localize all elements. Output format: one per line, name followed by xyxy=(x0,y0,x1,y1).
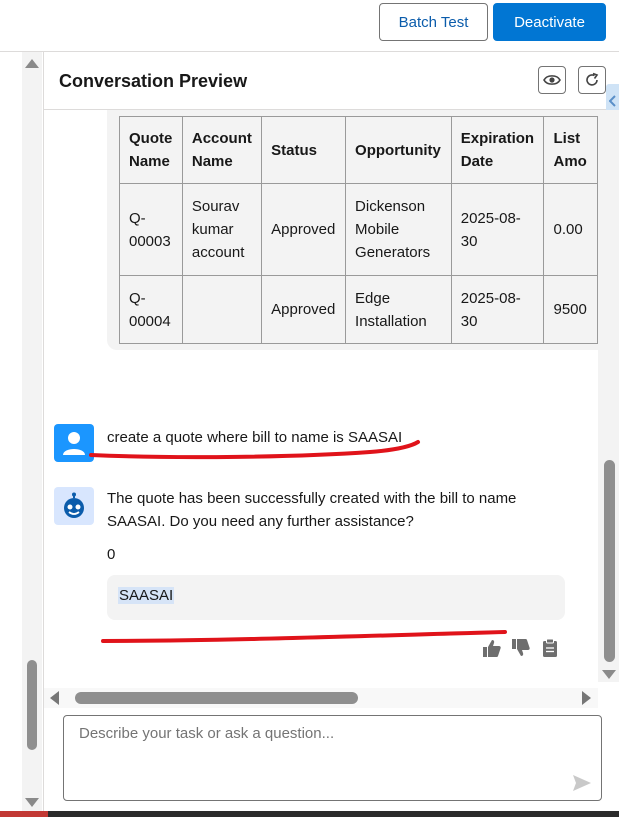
thumbs-down-icon[interactable] xyxy=(511,638,531,658)
preview-toggle-button[interactable] xyxy=(538,66,566,94)
refresh-icon xyxy=(586,72,599,86)
panel-header: Conversation Preview xyxy=(44,52,619,118)
table-row: Q-00003 Sourav kumar account Approved Di… xyxy=(119,183,598,276)
column-header: Expiration Date xyxy=(450,116,545,184)
bot-avatar xyxy=(54,487,94,525)
column-header: Status xyxy=(261,116,347,184)
scroll-right-arrow-icon[interactable] xyxy=(582,691,591,705)
chat-viewport[interactable]: Quote Name Account Name Status Opportuni… xyxy=(44,110,598,682)
bot-value: 0 xyxy=(107,546,116,563)
collapse-tab-icon xyxy=(609,95,616,107)
bot-message-line-1: The quote has been successfully created … xyxy=(107,490,517,507)
table-cell: Sourav kumar account xyxy=(181,183,263,276)
clipboard-icon[interactable] xyxy=(540,638,560,658)
outer-scrollbar-thumb[interactable] xyxy=(27,660,37,750)
batch-test-button[interactable]: Batch Test xyxy=(379,3,488,41)
outer-vertical-scrollbar[interactable] xyxy=(22,52,42,817)
column-header: Quote Name xyxy=(119,116,183,184)
table-cell: 0.00 xyxy=(543,183,598,276)
table-cell: Q-00004 xyxy=(119,275,183,344)
bot-response-chip: SAASAI xyxy=(107,575,565,620)
bot-message-line-2: SAASAI. Do you need any further assistan… xyxy=(107,513,414,530)
table-row: Q-00004 Approved Edge Installation 2025-… xyxy=(119,275,598,344)
column-header: List Amo xyxy=(543,116,598,184)
table-cell: Edge Installation xyxy=(345,275,452,344)
column-header: Account Name xyxy=(181,116,263,184)
horizontal-scrollbar-thumb[interactable] xyxy=(75,692,358,704)
horizontal-scrollbar[interactable] xyxy=(44,688,598,708)
table-cell: 2025-08-30 xyxy=(450,275,545,344)
thumbs-up-icon[interactable] xyxy=(482,638,502,658)
chat-scroll-down-icon[interactable] xyxy=(602,670,616,679)
scroll-up-arrow-icon[interactable] xyxy=(25,59,39,68)
column-header: Opportunity xyxy=(345,116,452,184)
scroll-down-arrow-icon[interactable] xyxy=(25,798,39,807)
message-composer[interactable]: Describe your task or ask a question... xyxy=(63,715,602,801)
user-icon xyxy=(63,432,85,455)
bottom-strip xyxy=(0,811,619,817)
table-cell: 2025-08-30 xyxy=(450,183,545,276)
conversation-preview-panel: Conversation Preview Quote Name Account … xyxy=(43,52,619,817)
refresh-button[interactable] xyxy=(578,66,606,94)
bot-icon xyxy=(64,492,84,518)
composer-placeholder: Describe your task or ask a question... xyxy=(79,725,335,742)
table-cell: Dickenson Mobile Generators xyxy=(345,183,452,276)
top-toolbar: Batch Test Deactivate xyxy=(0,0,619,52)
table-cell: Approved xyxy=(261,275,347,344)
user-avatar xyxy=(54,424,94,462)
deactivate-button[interactable]: Deactivate xyxy=(493,3,606,41)
bottom-strip-accent xyxy=(0,811,48,817)
table-cell: Q-00003 xyxy=(119,183,183,276)
chip-text: SAASAI xyxy=(118,587,175,604)
table-cell: Approved xyxy=(261,183,347,276)
chat-vertical-scrollbar[interactable] xyxy=(598,110,619,682)
quotes-table: Quote Name Account Name Status Opportuni… xyxy=(119,116,598,344)
eye-icon xyxy=(543,75,561,85)
table-cell: 9500 xyxy=(543,275,598,344)
panel-title: Conversation Preview xyxy=(59,71,248,91)
chat-scrollbar-thumb[interactable] xyxy=(604,460,615,662)
user-message: create a quote where bill to name is SAA… xyxy=(107,429,403,446)
scroll-left-arrow-icon[interactable] xyxy=(50,691,59,705)
table-header-row: Quote Name Account Name Status Opportuni… xyxy=(119,116,598,184)
table-cell xyxy=(181,275,263,344)
send-icon[interactable] xyxy=(572,774,592,792)
